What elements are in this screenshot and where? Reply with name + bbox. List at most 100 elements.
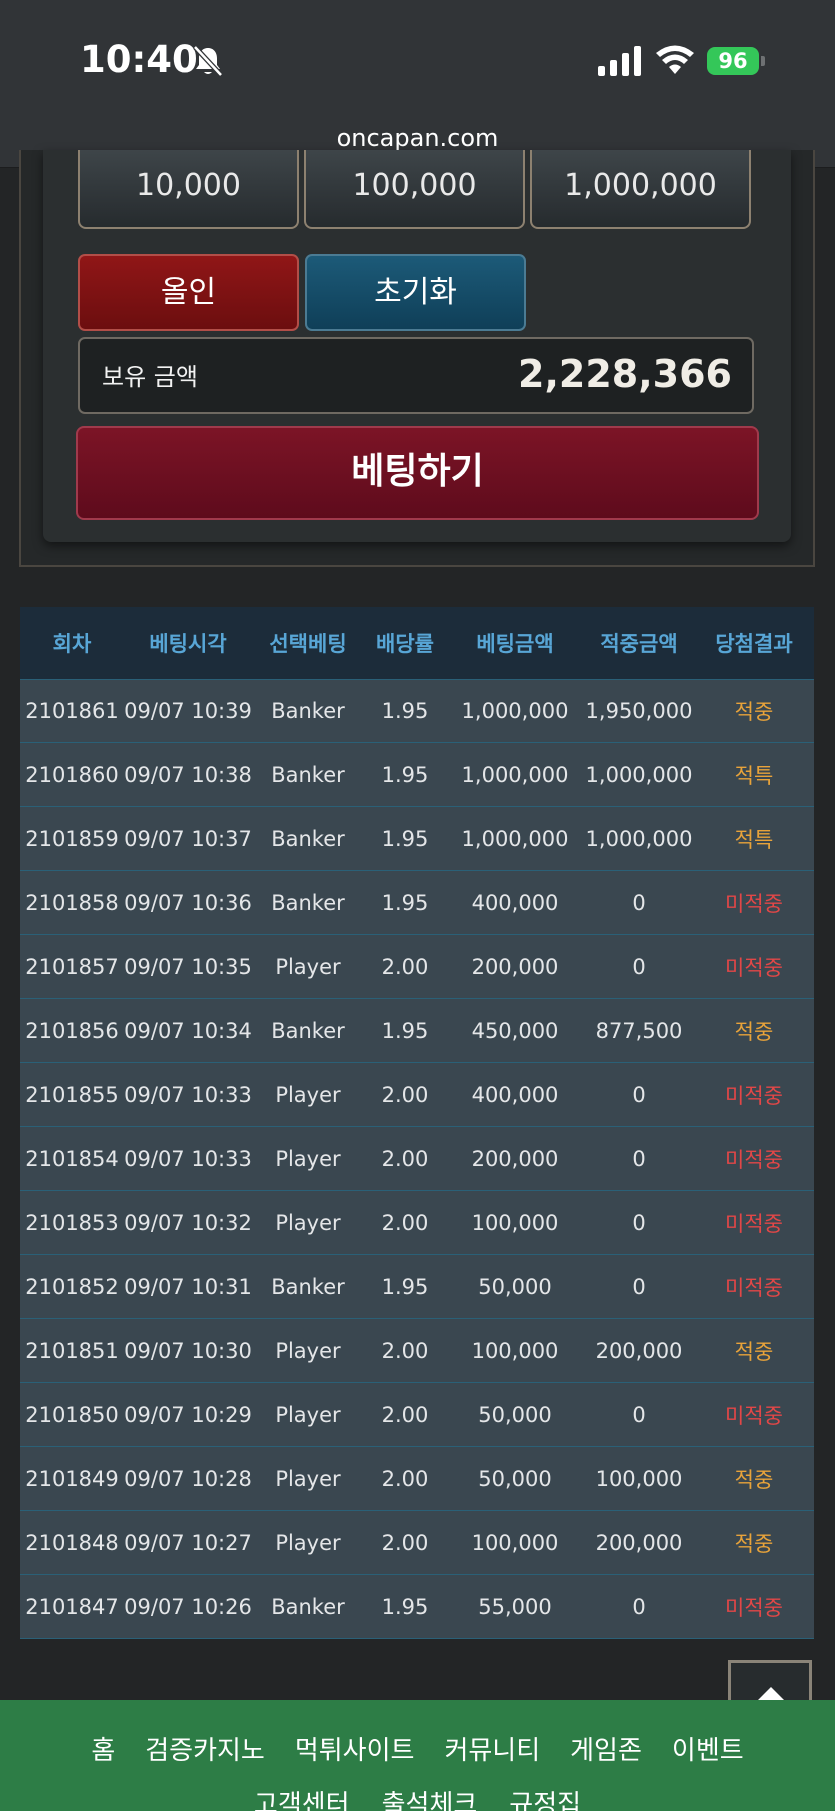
cell-time: 09/07 10:35 (124, 954, 252, 979)
table-row: 2101850 09/07 10:29 Player 2.00 50,000 0 미적중 (20, 1383, 814, 1447)
cell-result: 적중 (734, 700, 774, 724)
cell-time: 09/07 10:32 (124, 1210, 252, 1235)
footer-link[interactable]: 홈 (91, 1730, 115, 1767)
cell-round: 2101852 (25, 1274, 119, 1299)
all-in-button[interactable]: 올인 (78, 254, 299, 331)
cell-payout: 0 (632, 1210, 646, 1235)
bell-slash-icon (193, 45, 223, 77)
cell-pick: Banker (271, 1274, 345, 1299)
cell-round: 2101848 (25, 1530, 119, 1555)
cell-odds: 1.95 (381, 762, 429, 787)
cell-odds: 1.95 (381, 826, 429, 851)
footer-link[interactable]: 출석체크 (382, 1784, 478, 1811)
table-body: 2101861 09/07 10:39 Banker 1.95 1,000,000 1,9… (20, 679, 814, 1639)
table-header: 회차 베팅시각 선택베팅 배당률 베팅금액 적중금액 당첨결과 (20, 607, 814, 679)
cell-result: 적중 (734, 1467, 774, 1492)
cell-pick: Banker (271, 762, 345, 787)
cell-round: 2101850 (25, 1402, 119, 1427)
cell-bet: 1,000,000 (461, 762, 569, 787)
cell-bet: 1,000,000 (461, 826, 569, 851)
cell-odds: 2.00 (381, 1530, 429, 1555)
cell-round: 2101854 (25, 1146, 119, 1171)
header-result: 당첨결과 (715, 632, 793, 656)
cell-result: 미적중 (725, 1275, 783, 1300)
cell-result: 미적중 (725, 1083, 783, 1108)
cell-odds: 2.00 (381, 1210, 429, 1235)
cell-payout: 0 (632, 954, 646, 979)
cell-round: 2101856 (25, 1018, 119, 1043)
cell-round: 2101858 (25, 890, 119, 915)
cell-payout: 1,950,000 (585, 699, 693, 723)
cell-pick: Player (275, 1466, 341, 1491)
cell-payout: 1,000,000 (585, 826, 693, 851)
cell-round: 2101861 (25, 699, 119, 723)
cell-bet: 50,000 (478, 1274, 552, 1299)
reset-button[interactable]: 초기화 (305, 254, 526, 331)
cell-odds: 1.95 (381, 1018, 429, 1043)
table-row: 2101861 09/07 10:39 Banker 1.95 1,000,000 1,9… (20, 679, 814, 743)
cell-bet: 100,000 (471, 1338, 559, 1363)
cell-result: 적중 (734, 1019, 774, 1044)
cell-round: 2101855 (25, 1082, 119, 1107)
cell-pick: Player (275, 1146, 341, 1171)
footer-link[interactable]: 고객센터 (254, 1784, 350, 1811)
footer-link[interactable]: 먹튀사이트 (295, 1730, 415, 1767)
footer-nav-row-2: 고객센터 출석체크 규정집 (0, 1784, 835, 1811)
cell-round: 2101849 (25, 1466, 119, 1491)
chip-button-100000[interactable]: 100,000 (304, 150, 525, 229)
cell-odds: 1.95 (381, 699, 429, 723)
cell-bet: 55,000 (478, 1594, 552, 1619)
chip-button-1000000[interactable]: 1,000,000 (530, 150, 751, 229)
table-row: 2101854 09/07 10:33 Player 2.00 200,000 0 미적중 (20, 1127, 814, 1191)
cell-payout: 877,500 (595, 1018, 683, 1043)
table-row: 2101847 09/07 10:26 Banker 1.95 55,000 0 미적중 (20, 1575, 814, 1639)
cell-odds: 2.00 (381, 1402, 429, 1427)
table-row: 2101851 09/07 10:30 Player 2.00 100,000 200,0… (20, 1319, 814, 1383)
balance-label: 보유 금액 (102, 363, 198, 391)
cell-result: 적특 (734, 763, 774, 788)
cell-time: 09/07 10:39 (124, 699, 252, 723)
cell-pick: Banker (271, 699, 345, 723)
header-payout: 적중금액 (600, 632, 678, 656)
cell-bet: 400,000 (471, 1082, 559, 1107)
cell-payout: 0 (632, 1594, 646, 1619)
cell-payout: 0 (632, 890, 646, 915)
cell-time: 09/07 10:29 (124, 1402, 252, 1427)
status-time: 10:40 (80, 38, 198, 81)
chip-button-10000[interactable]: 10,000 (78, 150, 299, 229)
cell-bet: 400,000 (471, 890, 559, 915)
cell-payout: 100,000 (595, 1466, 683, 1491)
footer-link[interactable]: 이벤트 (672, 1730, 744, 1767)
place-bet-button[interactable]: 베팅하기 (76, 426, 759, 520)
cell-time: 09/07 10:26 (124, 1594, 252, 1619)
cell-odds: 2.00 (381, 1466, 429, 1491)
table-row: 2101855 09/07 10:33 Player 2.00 400,000 0 미적중 (20, 1063, 814, 1127)
status-bar: 10:40 96 oncapan.com (0, 0, 835, 168)
table-row: 2101859 09/07 10:37 Banker 1.95 1,000,000 1,0… (20, 807, 814, 871)
cell-bet: 50,000 (478, 1402, 552, 1427)
cell-round: 2101857 (25, 954, 119, 979)
cell-payout: 0 (632, 1402, 646, 1427)
footer-link[interactable]: 규정집 (509, 1784, 581, 1811)
cell-odds: 2.00 (381, 1338, 429, 1363)
cell-pick: Banker (271, 890, 345, 915)
cell-round: 2101847 (25, 1594, 119, 1619)
cell-result: 미적중 (725, 1211, 783, 1236)
cell-round: 2101859 (25, 826, 119, 851)
table-row: 2101852 09/07 10:31 Banker 1.95 50,000 0 미적중 (20, 1255, 814, 1319)
header-bet-time: 베팅시각 (149, 632, 227, 656)
address-bar-url[interactable]: oncapan.com (0, 124, 835, 152)
cell-time: 09/07 10:33 (124, 1082, 252, 1107)
cell-bet: 200,000 (471, 954, 559, 979)
cell-odds: 2.00 (381, 1146, 429, 1171)
footer-link[interactable]: 게임존 (570, 1730, 642, 1767)
footer-link[interactable]: 검증카지노 (145, 1730, 265, 1767)
cell-pick: Banker (271, 1594, 345, 1619)
cell-time: 09/07 10:37 (124, 826, 252, 851)
footer-link[interactable]: 커뮤니티 (444, 1730, 540, 1767)
cell-time: 09/07 10:36 (124, 890, 252, 915)
footer-nav: 홈 검증카지노 먹튀사이트 커뮤니티 게임존 이벤트 고객센터 출석체크 규정집 (0, 1700, 835, 1811)
cell-payout: 0 (632, 1082, 646, 1107)
footer-nav-row-1: 홈 검증카지노 먹튀사이트 커뮤니티 게임존 이벤트 (0, 1730, 835, 1767)
cell-time: 09/07 10:28 (124, 1466, 252, 1491)
